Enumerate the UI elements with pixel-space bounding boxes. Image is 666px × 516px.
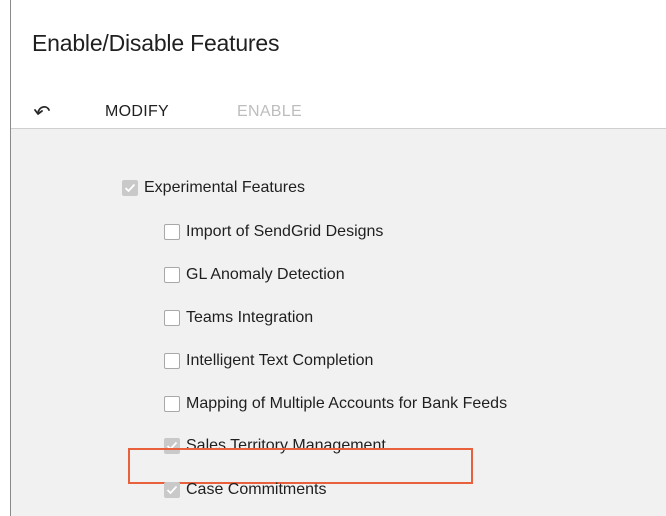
feature-gl-anomaly-detection[interactable]: GL Anomaly Detection bbox=[164, 263, 345, 287]
feature-intelligent-text-completion[interactable]: Intelligent Text Completion bbox=[164, 349, 373, 373]
feature-tree: Experimental Features Import of SendGrid… bbox=[11, 129, 666, 516]
feature-label: Intelligent Text Completion bbox=[186, 352, 374, 369]
feature-label: Mapping of Multiple Accounts for Bank Fe… bbox=[186, 395, 508, 412]
feature-case-commitments[interactable]: Case Commitments bbox=[164, 478, 326, 502]
features-panel: Enable/Disable Features MODIFY ENABLE Ex… bbox=[10, 0, 666, 516]
feature-label: GL Anomaly Detection bbox=[186, 266, 345, 283]
checkbox-unchecked-icon[interactable] bbox=[164, 224, 180, 240]
checkbox-unchecked-icon[interactable] bbox=[164, 310, 180, 326]
page-title: Enable/Disable Features bbox=[32, 30, 280, 56]
enable-button: ENABLE bbox=[237, 103, 302, 120]
undo-icon[interactable] bbox=[34, 102, 54, 118]
checkbox-checked-icon[interactable] bbox=[122, 180, 138, 196]
feature-label: Case Commitments bbox=[186, 481, 327, 498]
page-header: Enable/Disable Features MODIFY ENABLE bbox=[11, 0, 666, 129]
feature-label: Import of SendGrid Designs bbox=[186, 223, 384, 240]
feature-import-sendgrid-designs[interactable]: Import of SendGrid Designs bbox=[164, 220, 383, 244]
feature-teams-integration[interactable]: Teams Integration bbox=[164, 306, 313, 330]
feature-mapping-multiple-accounts[interactable]: Mapping of Multiple Accounts for Bank Fe… bbox=[164, 392, 507, 416]
checkbox-checked-icon[interactable] bbox=[164, 482, 180, 498]
toolbar: MODIFY ENABLE bbox=[11, 96, 666, 132]
checkbox-unchecked-icon[interactable] bbox=[164, 353, 180, 369]
modify-button[interactable]: MODIFY bbox=[105, 103, 169, 121]
checkbox-unchecked-icon[interactable] bbox=[164, 396, 180, 412]
feature-experimental-features[interactable]: Experimental Features bbox=[122, 176, 305, 200]
checkbox-unchecked-icon[interactable] bbox=[164, 267, 180, 283]
feature-label: Teams Integration bbox=[186, 309, 314, 326]
feature-label: Experimental Features bbox=[144, 179, 305, 196]
